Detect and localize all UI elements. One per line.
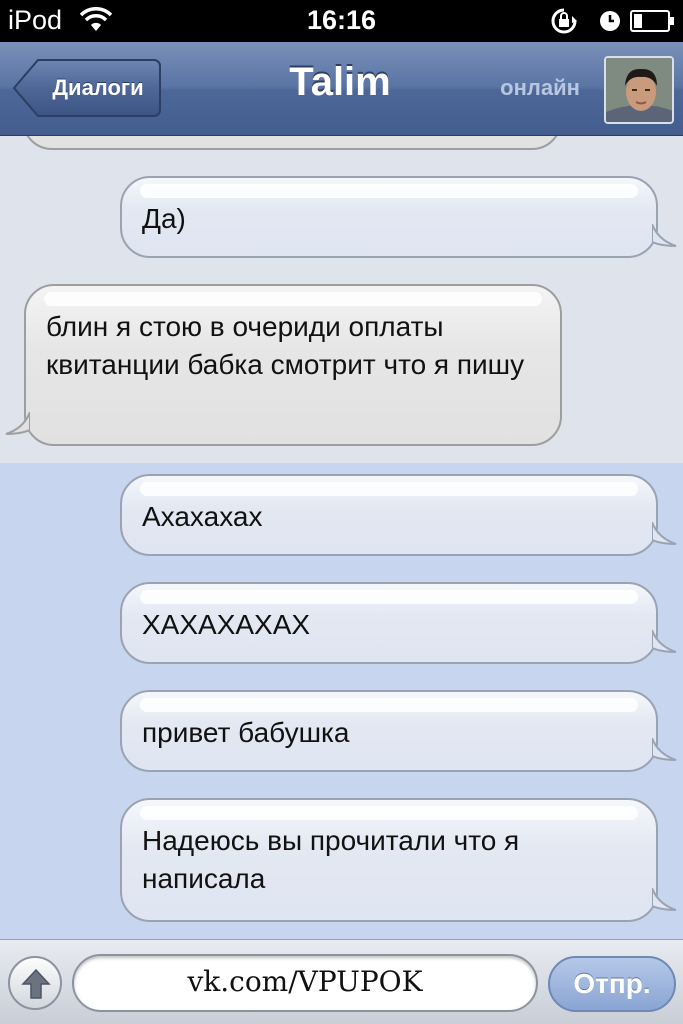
message-input[interactable]: vk.com/VPUPOK [72,954,538,1012]
message-input-bar: vk.com/VPUPOK Отпр. [0,939,683,1024]
alarm-icon [598,9,622,38]
messages-area[interactable]: Да) блин я стою в очериди оплаты квитанц… [0,136,683,939]
message-bubble-outgoing[interactable]: ХАХАХАХАХ [120,582,677,664]
back-button-label: Диалоги [52,75,144,100]
bubble-tail [5,412,30,435]
bubble-tail [652,522,677,545]
arrow-up-icon [21,968,51,999]
message-text: блин я стою в очериди оплаты квитанции б… [46,311,525,380]
send-button[interactable]: Отпр. [548,956,676,1012]
bubble-tail [652,738,677,761]
message-text: Ахахахах [142,501,263,532]
user-photo-icon [606,58,672,122]
rotation-lock-icon [548,7,580,40]
message-bubble-incoming[interactable]: блин я стою в очериди оплаты квитанции б… [5,284,562,446]
bubble-tail [652,888,677,911]
bubble-tail [652,224,677,247]
navigation-bar: Диалоги Talim онлайн [0,42,683,136]
message-bubble-outgoing[interactable]: Надеюсь вы прочитали что я написала [120,798,677,922]
previous-message-bubble[interactable] [22,136,562,150]
message-text: Да) [142,203,186,234]
online-status: онлайн [500,75,580,100]
message-text: привет бабушка [142,717,350,748]
bubble-tail [652,630,677,653]
battery-icon [630,10,676,37]
message-bubble-outgoing[interactable]: Ахахахах [120,474,677,556]
attach-button[interactable] [8,956,62,1010]
status-time: 16:16 [306,5,377,35]
message-text: ХАХАХАХАХ [142,609,311,640]
avatar[interactable] [604,56,674,124]
message-text: Надеюсь вы прочитали что я написала [142,825,520,894]
chat-title: Talim [289,60,391,104]
message-bubble-outgoing[interactable]: привет бабушка [120,690,677,772]
status-bar: iPod 16:16 [0,0,683,42]
message-bubble-outgoing[interactable]: Да) [120,176,677,258]
back-button-dialogs[interactable]: Диалоги [12,58,162,118]
